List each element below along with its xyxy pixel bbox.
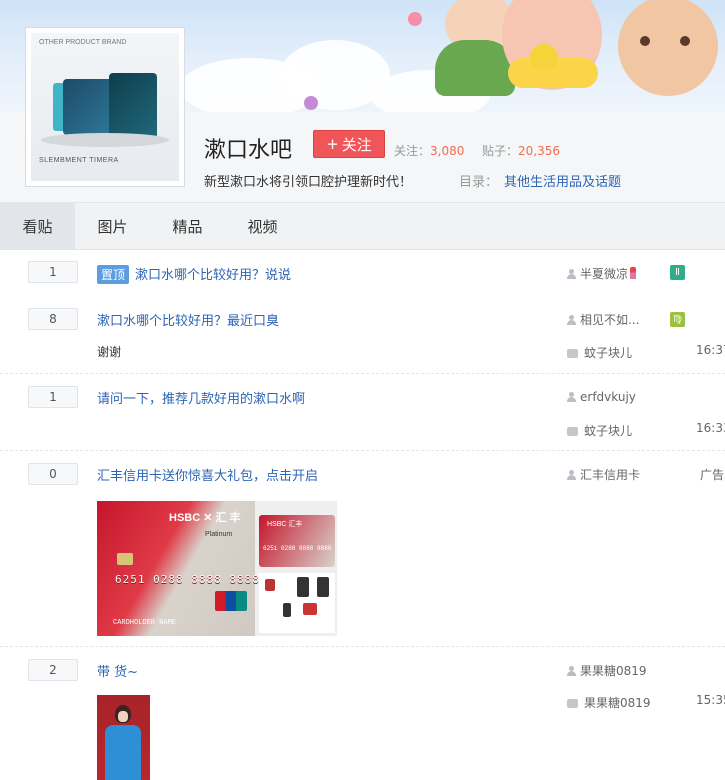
reply-count: 2 (28, 659, 78, 681)
author-name: 半夏微凉 (580, 267, 629, 281)
table-decoration (41, 133, 169, 147)
last-replier-name: 蚊子块儿 (584, 346, 633, 360)
thread-author[interactable]: 相见不如... (567, 311, 639, 328)
followers-label: 关注： (394, 144, 431, 158)
author-name: 汇丰信用卡 (580, 468, 641, 482)
reply-bubble-icon (567, 699, 578, 708)
followers-count: 3,080 (430, 144, 465, 158)
author-name: 相见不如... (580, 313, 640, 327)
user-icon (567, 269, 576, 279)
thread-author[interactable]: 果果糖0819 (567, 662, 647, 679)
reply-count: 1 (28, 386, 78, 408)
forum-avatar[interactable]: OTHER PRODUCT BRAND SLEMBMENT TIMERA (25, 27, 185, 187)
user-icon (567, 392, 576, 402)
gift-box-icon (303, 603, 317, 615)
reply-count: 8 (28, 308, 78, 330)
bubble-decoration (304, 96, 318, 110)
tab-posts[interactable]: 看贴 (0, 203, 75, 250)
thread-title[interactable]: 带 货~ (97, 661, 138, 680)
luggage-icon (283, 603, 291, 617)
person-face (118, 711, 128, 722)
mini-card-logo: HSBC 汇丰 (267, 521, 303, 528)
bear-eye (680, 36, 690, 46)
tab-videos[interactable]: 视频 (225, 203, 300, 250)
plus-icon: + (326, 135, 339, 153)
user-icon (567, 315, 576, 325)
posts-count: 20,356 (518, 144, 561, 158)
thread-title: 漱口水哪个比较好用？说说 (135, 268, 292, 283)
member-level-badge: Ⅱ (670, 265, 685, 280)
thread-author[interactable]: erfdvkujy (567, 390, 636, 404)
card-chip (117, 553, 133, 565)
reply-bubble-icon (567, 427, 578, 436)
thread-row: 1 置顶 漱口水哪个比较好用？说说 半夏微凉 Ⅱ (0, 250, 725, 298)
thread-excerpt: 谢谢 (97, 345, 122, 359)
flower-decoration (408, 12, 422, 26)
last-replier-name: 蚊子块儿 (584, 424, 633, 438)
cartoon-bear (618, 0, 718, 96)
posts-label: 贴子： (482, 144, 519, 158)
person-body (105, 725, 141, 780)
card-holder: CARDHOLDER NAME (113, 619, 177, 627)
last-replier-name: 果果糖0819 (584, 696, 651, 710)
last-replier[interactable]: 果果糖0819 (567, 694, 651, 711)
last-replier[interactable]: 蚊子块儿 (567, 344, 632, 361)
reply-count: 1 (28, 261, 78, 283)
thread-image-thumbnail[interactable] (97, 695, 150, 780)
product-box (109, 73, 157, 139)
duck-decoration (530, 44, 558, 70)
thread-row: 1 请问一下，推荐几款好用的漱口水啊 erfdvkujy 蚊子块儿 16:33 (0, 374, 725, 451)
avatar-topline: OTHER PRODUCT BRAND (39, 39, 127, 46)
follow-button[interactable]: + 关注 (313, 130, 385, 158)
card-number: 6251 0288 8888 8888 (115, 573, 260, 586)
author-name: erfdvkujy (580, 390, 636, 404)
user-icon (567, 666, 576, 676)
last-replier[interactable]: 蚊子块儿 (567, 422, 632, 439)
avatar-caption: SLEMBMENT TIMERA (39, 157, 119, 164)
pinned-badge: 置顶 (97, 265, 130, 284)
author-name: 果果糖0819 (580, 664, 647, 678)
followers-stat: 关注：3,080 (394, 142, 464, 159)
posts-stat: 贴子：20,356 (482, 142, 560, 159)
ad-label: 广告 (700, 468, 725, 482)
forum-catalog: 目录： 其他生活用品及话题 (459, 171, 621, 190)
forum-avatar-image: OTHER PRODUCT BRAND SLEMBMENT TIMERA (31, 33, 179, 181)
ad-image-hsbc-card[interactable]: HSBC ✕ 汇 丰 Platinum 6251 0288 8888 8888 … (97, 501, 337, 636)
hsbc-logo: HSBC ✕ 汇 丰 (169, 512, 241, 524)
catalog-link[interactable]: 其他生活用品及话题 (504, 175, 621, 190)
mini-card-number: 6251 0288 8888 8888 (263, 545, 332, 552)
unionpay-logo (215, 591, 247, 611)
zodiac-badge: ♍ (670, 312, 685, 327)
thread-author[interactable]: 半夏微凉 (567, 265, 637, 282)
gift-icon (265, 579, 275, 591)
forum-slogan: 新型漱口水将引领口腔护理新时代！ (204, 175, 413, 190)
thread-title[interactable]: 漱口水哪个比较好用？最近口臭 (97, 310, 279, 329)
card-tier: Platinum (205, 531, 233, 538)
luggage-icon (297, 577, 309, 597)
thread-row: 8 漱口水哪个比较好用？最近口臭 谢谢 相见不如... ♍ 蚊子块儿 16:37 (0, 298, 725, 374)
lipstick-icon (630, 267, 637, 279)
catalog-label: 目录： (459, 175, 499, 190)
last-reply-time: 15:35 (696, 693, 725, 707)
user-icon (567, 470, 576, 480)
forum-title: 漱口水吧 (204, 138, 293, 163)
thread-author[interactable]: 汇丰信用卡 (567, 466, 640, 483)
reply-bubble-icon (567, 349, 578, 358)
last-reply-time: 16:37 (696, 343, 725, 357)
tab-images[interactable]: 图片 (75, 203, 150, 250)
reply-count: 0 (28, 463, 78, 485)
follow-button-label: 关注 (341, 135, 372, 154)
thread-title[interactable]: 汇丰信用卡送你惊喜大礼包，点击开启 (97, 465, 318, 484)
last-reply-time: 16:33 (696, 421, 725, 435)
tab-featured[interactable]: 精品 (150, 203, 225, 250)
thread-title[interactable]: 请问一下，推荐几款好用的漱口水啊 (97, 388, 305, 407)
forum-tabs: 看贴 图片 精品 视频 (0, 203, 725, 250)
thread-title-link[interactable]: 置顶 漱口水哪个比较好用？说说 (97, 264, 291, 284)
luggage-icon (317, 577, 329, 597)
bear-eye (640, 36, 650, 46)
